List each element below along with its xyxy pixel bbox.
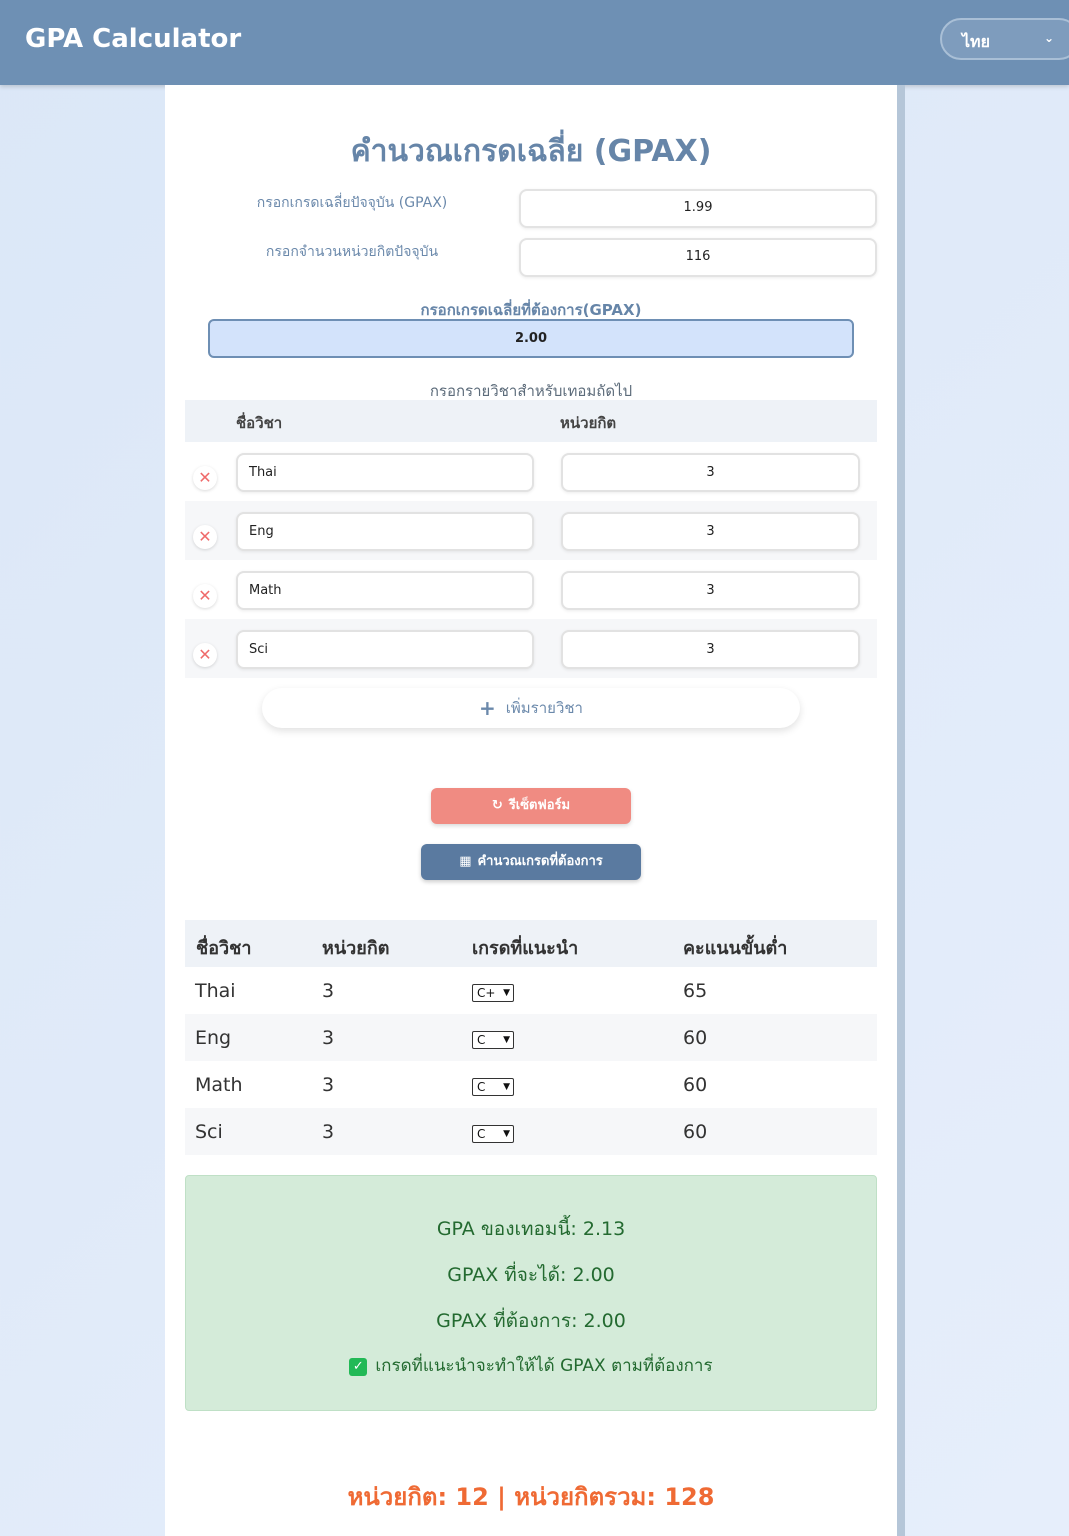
delete-course-icon[interactable]: ✕ [193, 584, 217, 608]
course-name-input[interactable]: Sci [236, 630, 534, 669]
result-credits: 3 [322, 1121, 335, 1143]
results-table-header: ชื่อวิชา หน่วยกิต เกรดที่แนะนำ คะแนนขั้น… [185, 920, 877, 967]
chevron-down-icon: ⌄ [1043, 31, 1054, 45]
result-min-score: 60 [683, 1027, 708, 1049]
term-gpa-text: GPA ของเทอมนี้: 2.13 [436, 1218, 626, 1240]
grade-select[interactable]: C+ ▼ [472, 984, 514, 1002]
results-col-credits: หน่วยกิต [322, 938, 390, 959]
result-min-score: 60 [683, 1074, 708, 1096]
result-subject: Sci [195, 1121, 223, 1143]
course-name-input[interactable]: Thai [236, 453, 534, 492]
language-select-value: ไทย [962, 32, 990, 51]
refresh-icon: ↻ [491, 798, 503, 813]
result-subject: Math [195, 1074, 243, 1096]
course-credits-input[interactable]: 3 [561, 571, 860, 610]
chevron-down-icon: ▼ [503, 1129, 510, 1139]
check-icon: ✓ [349, 1358, 368, 1376]
results-row: Eng 3 C ▼ 60 [185, 1014, 877, 1061]
status-text: เกรดที่แนะนำจะทำให้ได้ GPAX ตามที่ต้องกา… [375, 1356, 713, 1376]
plus-icon: + [479, 696, 496, 720]
result-min-score: 60 [683, 1121, 708, 1143]
grade-select[interactable]: C ▼ [472, 1031, 514, 1049]
result-credits: 3 [322, 1074, 335, 1096]
results-col-min-score: คะแนนขั้นต่ำ [683, 938, 788, 959]
results-row: Math 3 C ▼ 60 [185, 1061, 877, 1108]
current-gpax-label: กรอกเกรดเฉลี่ยปัจจุบัน (GPAX) [256, 195, 448, 211]
result-credits: 3 [322, 980, 335, 1002]
add-course-button[interactable]: + เพิ่มรายวิชา [262, 688, 800, 728]
course-credits-input[interactable]: 3 [561, 630, 860, 669]
current-credits-label: กรอกจำนวนหน่วยกิตปัจจุบัน [265, 244, 439, 260]
results-row: Sci 3 C ▼ 60 [185, 1108, 877, 1155]
chevron-down-icon: ▼ [503, 1082, 510, 1092]
course-table-header: ชื่อวิชา หน่วยกิต [185, 400, 877, 442]
credits-summary: หน่วยกิต: 12 | หน่วยกิตรวม: 128 [347, 1483, 715, 1511]
col-subject-header: ชื่อวิชา [236, 414, 283, 432]
course-row: ✕ Eng 3 [185, 501, 877, 560]
result-summary-box: GPA ของเทอมนี้: 2.13 GPAX ที่จะได้: 2.00… [185, 1175, 877, 1411]
delete-course-icon[interactable]: ✕ [193, 525, 217, 549]
course-name-input[interactable]: Math [236, 571, 534, 610]
course-credits-input[interactable]: 3 [561, 453, 860, 492]
language-select[interactable]: ไทย ⌄ [940, 18, 1069, 60]
page-title: คำนวณเกรดเฉลี่ย (GPAX) [350, 134, 712, 169]
result-min-score: 65 [683, 980, 708, 1002]
target-gpax-text: GPAX ที่ต้องการ: 2.00 [436, 1310, 626, 1332]
col-credits-header: หน่วยกิต [560, 414, 617, 432]
grade-select[interactable]: C ▼ [472, 1125, 514, 1143]
status-message: ✓ เกรดที่แนะนำจะทำให้ได้ GPAX ตามที่ต้องก… [186, 1352, 876, 1379]
calculator-icon: ▦ [459, 854, 472, 869]
grade-select[interactable]: C ▼ [472, 1078, 514, 1096]
top-navbar: GPA Calculator ไทย ⌄ [0, 0, 1069, 85]
current-gpax-input[interactable]: 1.99 [519, 189, 877, 228]
delete-course-icon[interactable]: ✕ [193, 643, 217, 667]
app-brand[interactable]: GPA Calculator [25, 24, 241, 54]
target-gpax-input[interactable]: 2.00 [208, 319, 854, 358]
grade-select-value: C [477, 1033, 486, 1047]
add-course-label: เพิ่มรายวิชา [505, 699, 583, 717]
reset-label: รีเซ็ตฟอร์ม [508, 798, 571, 813]
card-edge [897, 85, 905, 1536]
current-credits-input[interactable]: 116 [519, 238, 877, 277]
grade-select-value: C+ [477, 986, 496, 1000]
results-row: Thai 3 C+ ▼ 65 [185, 967, 877, 1014]
calculate-button[interactable]: ▦ คำนวณเกรดที่ต้องการ [421, 844, 641, 880]
chevron-down-icon: ▼ [503, 988, 510, 998]
course-row: ✕ Math 3 [185, 560, 877, 619]
course-row: ✕ Thai 3 [185, 442, 877, 501]
grade-select-value: C [477, 1080, 486, 1094]
result-credits: 3 [322, 1027, 335, 1049]
course-credits-input[interactable]: 3 [561, 512, 860, 551]
delete-course-icon[interactable]: ✕ [193, 466, 217, 490]
reset-form-button[interactable]: ↻ รีเซ็ตฟอร์ม [431, 788, 631, 824]
results-col-grade: เกรดที่แนะนำ [472, 938, 579, 959]
result-subject: Eng [195, 1027, 232, 1049]
chevron-down-icon: ▼ [503, 1035, 510, 1045]
grade-select-value: C [477, 1127, 486, 1141]
course-name-input[interactable]: Eng [236, 512, 534, 551]
calculate-label: คำนวณเกรดที่ต้องการ [477, 854, 603, 869]
results-col-subject: ชื่อวิชา [196, 938, 252, 959]
result-subject: Thai [195, 980, 236, 1002]
course-row: ✕ Sci 3 [185, 619, 877, 678]
projected-gpax-text: GPAX ที่จะได้: 2.00 [447, 1264, 615, 1286]
